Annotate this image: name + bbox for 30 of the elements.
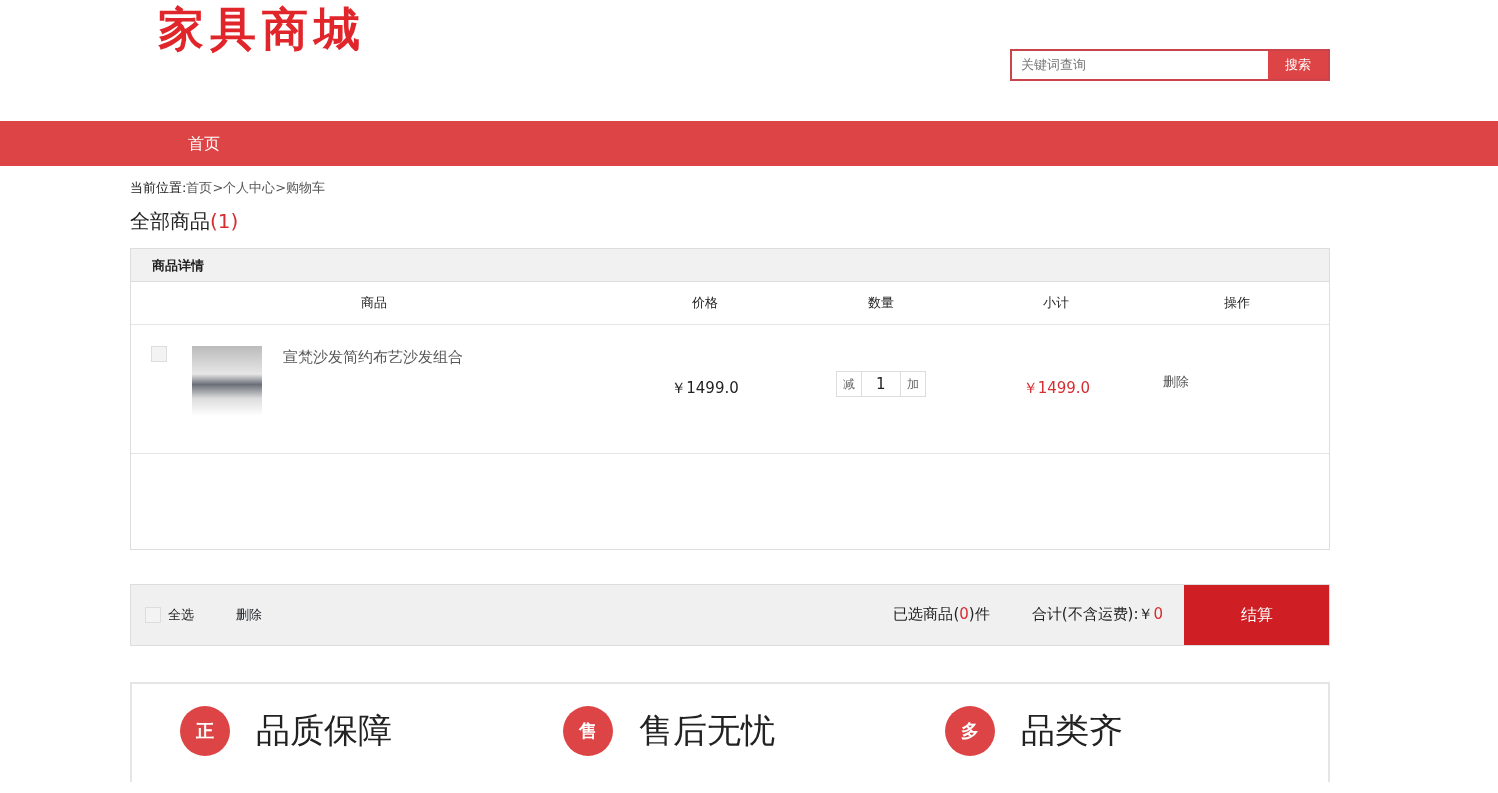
column-header: 操作 bbox=[1223, 294, 1250, 310]
feature-label: 品质保障 bbox=[256, 711, 392, 749]
section-title: 商品详情 bbox=[131, 248, 1329, 282]
select-all-label: 全选 bbox=[168, 605, 194, 624]
page-title: 全部商品(1) bbox=[130, 207, 240, 235]
checkout-button[interactable]: 结算 bbox=[1184, 584, 1329, 645]
feature-label: 售后无忧 bbox=[638, 711, 775, 749]
product-photo-placeholder[interactable] bbox=[192, 345, 262, 416]
feature-label: 品类齐 bbox=[1021, 711, 1124, 749]
breadcrumb: 当前位置:首页>个人中心>购物车 bbox=[130, 179, 327, 197]
column-header: 小计 bbox=[1043, 294, 1070, 310]
delete-link[interactable]: 删除 bbox=[236, 604, 262, 625]
selected-count: 已选商品(0)件 bbox=[893, 604, 990, 626]
quantity-field[interactable]: 1 bbox=[860, 371, 901, 396]
badge-icon: 售 bbox=[562, 705, 613, 756]
delete-link[interactable]: 删除 bbox=[1163, 373, 1190, 389]
column-header: 价格 bbox=[692, 294, 719, 310]
search-button[interactable]: 搜索 bbox=[1268, 51, 1328, 79]
item-checkbox[interactable] bbox=[151, 345, 167, 362]
search-field[interactable]: 关键词查询 搜索 bbox=[1010, 49, 1330, 81]
total-amount: 合计(不含运费):￥0 bbox=[1031, 604, 1163, 626]
item-subtotal: ￥1499.0 bbox=[1022, 377, 1091, 399]
site-logo[interactable]: 家具商城 bbox=[158, 0, 366, 121]
badge-icon: 正 bbox=[180, 705, 230, 756]
badge-icon: 多 bbox=[945, 705, 996, 756]
nav-link[interactable]: 首页 bbox=[130, 121, 278, 166]
column-header: 商品 bbox=[361, 294, 388, 310]
item-price: ￥1499.0 bbox=[671, 377, 739, 399]
product-name-link[interactable]: 宣梵沙发简约布艺沙发组合 bbox=[283, 345, 463, 368]
column-header: 数量 bbox=[867, 294, 894, 310]
